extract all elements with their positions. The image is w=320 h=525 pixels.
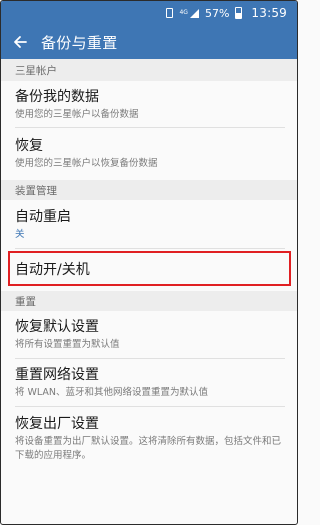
item-sub: 使用您的三星帐户以恢复备份数据	[15, 158, 158, 169]
item-sub: 使用您的三星帐户以备份数据	[15, 108, 139, 120]
phone-screen: 4G 57% 13:59 备份与重置 三星帐户 备份我的数据 使用您的三星帐户以…	[0, 0, 298, 525]
list-item-reset-network-settings[interactable]: 重置网络设置 将 WLAN、蓝牙和其他网络设置重置为默认值	[1, 359, 297, 407]
battery-icon	[235, 7, 245, 19]
list-item-auto-restart[interactable]: 自动重启 关	[1, 200, 297, 249]
section-header-reset: 重置	[1, 291, 297, 311]
back-arrow-icon[interactable]	[3, 25, 37, 59]
clock: 13:59	[251, 6, 287, 20]
item-label: 恢复	[15, 138, 43, 154]
battery-percent: 57%	[204, 6, 230, 20]
item-label: 自动开/关机	[15, 262, 90, 278]
network-indicator: 4G	[179, 8, 199, 18]
list-item-restore[interactable]: 恢复 使用您的三星帐户以恢复备份数据	[1, 128, 297, 180]
item-label: 备份我的数据	[15, 88, 99, 105]
item-sub: 将所有设置重置为默认值	[15, 339, 120, 350]
sim-icon	[166, 8, 174, 18]
list-item-auto-power-on-off[interactable]: 自动开/关机	[1, 249, 297, 291]
item-label: 重置网络设置	[15, 367, 99, 383]
item-sub: 将 WLAN、蓝牙和其他网络设置重置为默认值	[15, 387, 209, 398]
item-label: 恢复出厂设置	[15, 416, 99, 432]
section-header-device-management: 装置管理	[1, 180, 297, 200]
item-sub-status: 关	[15, 228, 25, 240]
section-header-samsung-account: 三星帐户	[1, 59, 297, 81]
settings-list: 三星帐户 备份我的数据 使用您的三星帐户以备份数据 恢复 使用您的三星帐户以恢复…	[1, 59, 297, 471]
status-bar: 4G 57% 13:59	[1, 1, 297, 25]
item-label: 自动重启	[15, 208, 71, 225]
page-title: 备份与重置	[41, 33, 118, 52]
signal-icon	[189, 8, 199, 18]
item-label: 恢复默认设置	[15, 319, 99, 335]
list-item-backup-my-data[interactable]: 备份我的数据 使用您的三星帐户以备份数据	[1, 81, 297, 128]
list-item-factory-reset[interactable]: 恢复出厂设置 将设备重置为出厂默认设置。这将清除所有数据，包括文件和已下载的应用…	[1, 407, 297, 471]
app-bar: 备份与重置	[1, 25, 297, 59]
list-item-restore-default-settings[interactable]: 恢复默认设置 将所有设置重置为默认值	[1, 311, 297, 359]
item-sub: 将设备重置为出厂默认设置。这将清除所有数据，包括文件和已下载的应用程序。	[15, 436, 282, 461]
